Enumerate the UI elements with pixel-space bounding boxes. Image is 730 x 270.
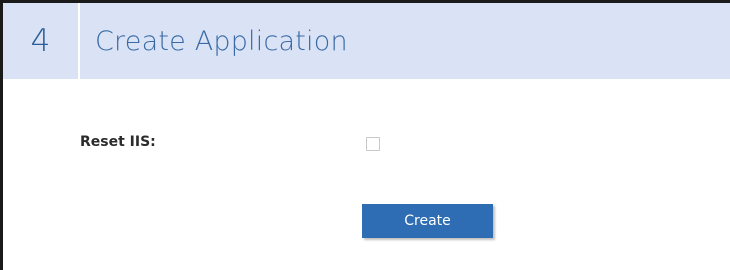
- create-button[interactable]: Create: [362, 204, 493, 238]
- reset-iis-label: Reset IIS:: [80, 134, 156, 150]
- create-application-panel: 4 Create Application Reset IIS: Create: [0, 0, 730, 270]
- reset-iis-checkbox[interactable]: [366, 137, 380, 151]
- panel-header: 4 Create Application: [3, 3, 730, 79]
- header-divider: [3, 79, 730, 82]
- panel-title: Create Application: [95, 25, 348, 57]
- step-number: 4: [3, 3, 80, 79]
